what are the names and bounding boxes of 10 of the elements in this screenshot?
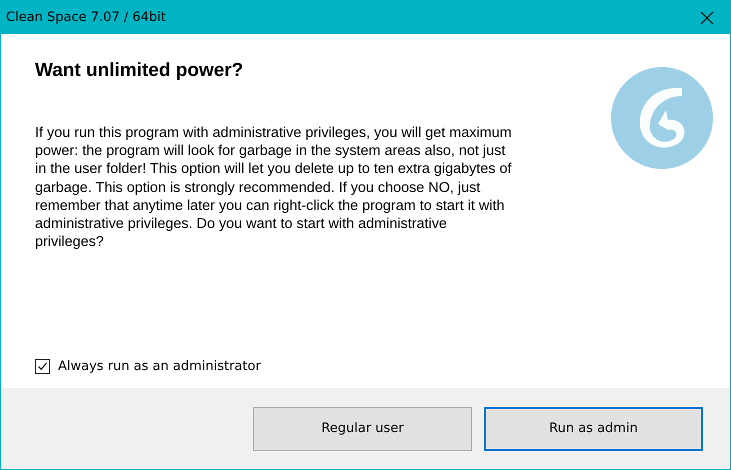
- message-text: If you run this program with administrative privileges, you will get maximum power: the program will look for garbage in the system areas also, not just in the user folder! This option will let you delete up to ten extra gigabytes of garbage. This option is strongly recommended. If you choose NO, just remember that anytime later you can right-click the program to start it with administrative privileges. Do you want to start with administrative privileges?: [35, 124, 513, 252]
- checkmark-icon: [37, 361, 48, 372]
- checkbox-label: Always run as an administrator: [58, 359, 261, 374]
- dialog-button[interactable]: Run as admin: [484, 406, 703, 450]
- window-title: Clean Space 7.07 / 64bit: [6, 10, 166, 25]
- checkbox[interactable]: [35, 359, 50, 374]
- dialog-heading: Want unlimited power?: [35, 60, 244, 82]
- close-icon[interactable]: [700, 10, 714, 24]
- dialog-button[interactable]: Regular user: [253, 406, 472, 450]
- logo-icon: [610, 66, 714, 170]
